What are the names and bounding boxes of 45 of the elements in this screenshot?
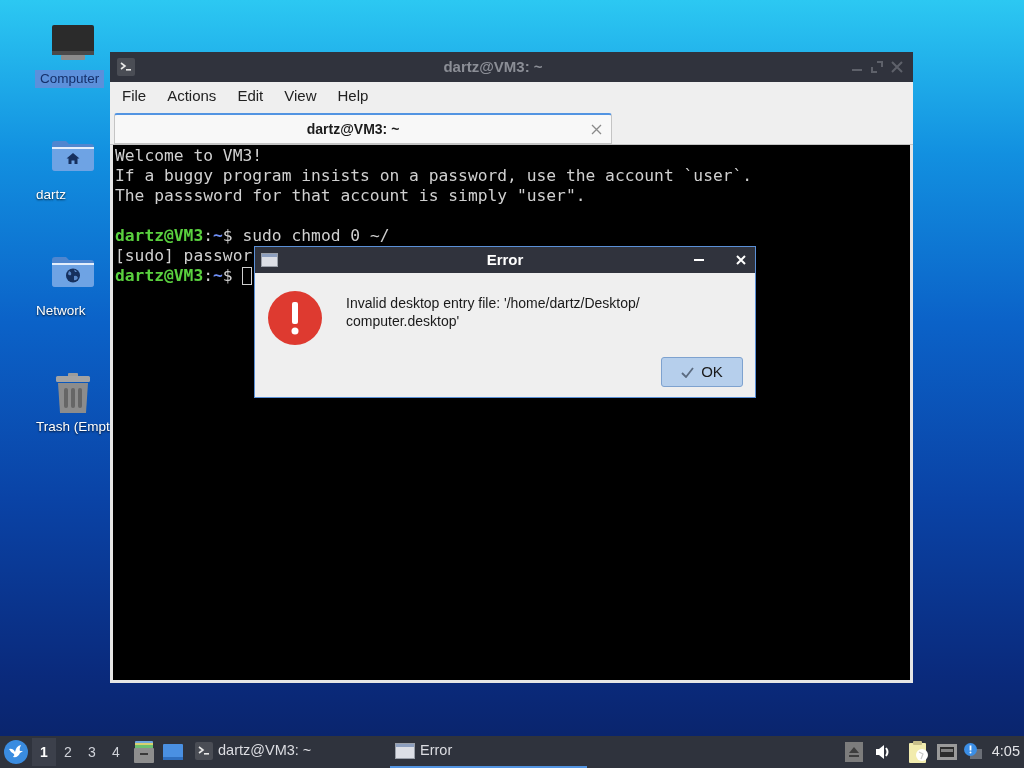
clock: 4:05 [991,742,1020,762]
error-message: Invalid desktop entry file: '/home/dartz/Desktop/ computer.desktop' [346,294,640,330]
error-icon [268,291,322,345]
window-title: dartz@VM3: ~ [442,56,544,77]
workspace-button[interactable]: 3 [80,738,104,766]
menu-item[interactable]: Help [329,84,377,108]
menu-item[interactable]: Actions [159,84,225,108]
terminal-tab[interactable]: dartz@VM3: ~ [114,113,612,144]
checkmark-icon [681,366,695,378]
file-cabinet-icon[interactable] [134,741,154,763]
terminal-icon [117,58,135,76]
terminal-prompt-line: dartz@VM3:~$ [115,266,233,286]
dialog-title: Error [486,249,524,270]
terminal-prompt-line: dartz@VM3:~$ sudo chmod 0 ~/ [115,226,390,246]
desktop-icon-label[interactable]: Network [35,302,87,320]
workspace-button[interactable]: 2 [56,738,80,766]
clipboard-icon[interactable] [908,741,929,763]
eject-icon[interactable] [844,742,863,762]
terminal-line: The passsword for that account is simply "user". [115,186,586,206]
ok-button[interactable]: OK [661,357,743,387]
terminal-line: Welcome to VM3! [115,146,263,166]
window-icon [395,743,415,759]
app-menu-icon[interactable] [4,740,28,764]
desktop-icon-label[interactable]: dartz [35,186,67,204]
volume-icon[interactable] [874,744,891,760]
menu-item[interactable]: File [114,84,155,108]
workspace-button[interactable]: 1 [32,738,56,766]
terminal-line: [sudo] passwor [115,246,253,266]
network-folder-icon[interactable] [51,257,94,287]
window-icon [261,253,278,267]
terminal-line: If a buggy program insists on a password, use the account `user`. [115,166,753,186]
tab-label: dartz@VM3: ~ [305,119,401,139]
terminal-icon [195,742,213,760]
home-folder-icon[interactable] [51,141,94,171]
taskbar-task[interactable]: dartz@VM3: ~ [190,736,387,768]
monitor-icon[interactable] [51,25,94,60]
trash-can-icon[interactable] [54,373,91,413]
menu-item[interactable]: Edit [229,84,272,108]
wired-network-icon[interactable] [936,744,957,760]
desktop-icon-label[interactable]: Trash (Empt [35,418,111,436]
desktop-icon-label[interactable]: Computer [35,70,105,88]
menu-item[interactable]: View [276,84,325,108]
taskbar-task[interactable]: Error [390,736,587,768]
workspace-button[interactable]: 4 [104,738,128,766]
notification-icon[interactable] [963,743,982,761]
